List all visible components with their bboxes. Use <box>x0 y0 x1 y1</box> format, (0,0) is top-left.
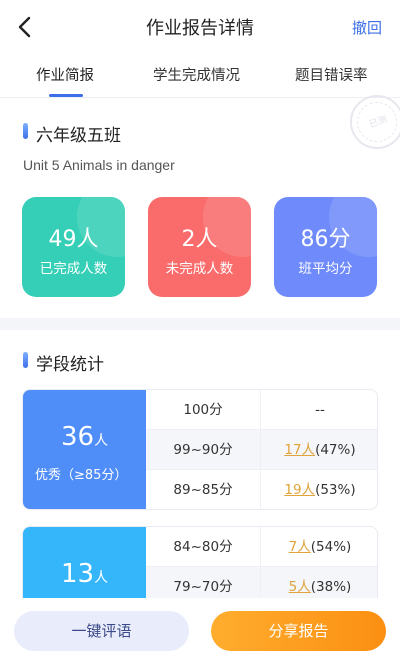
table-row: 89~85分 19人(53%) <box>146 470 377 509</box>
student-count-link[interactable]: 17人 <box>284 442 315 458</box>
stamp-text: 已测 <box>368 114 389 131</box>
unit-title: Unit 5 Animals in danger <box>23 157 175 173</box>
stat-incomplete-label: 未完成人数 <box>165 261 234 277</box>
share-report-button[interactable]: 分享报告 <box>211 611 386 651</box>
student-count-link[interactable]: 7人 <box>289 539 311 555</box>
table-row: 84~80分 7人(54%) <box>146 527 377 567</box>
section-marker-icon <box>23 352 28 368</box>
stat-completed: 49人 已完成人数 <box>22 197 125 297</box>
tab-summary[interactable]: 作业简报 <box>36 64 94 85</box>
stat-average-label: 班平均分 <box>298 261 353 277</box>
top-bar: 作业报告详情 撤回 <box>0 0 400 54</box>
page-title: 作业报告详情 <box>146 18 254 39</box>
segment-count: 13人 <box>61 559 109 589</box>
student-count-link[interactable]: 5人 <box>289 579 311 595</box>
class-name: 六年级五班 <box>36 126 121 146</box>
tab-error-rate[interactable]: 题目错误率 <box>295 64 368 85</box>
table-row: 100分 -- <box>146 390 377 430</box>
stat-average: 86分 班平均分 <box>274 197 377 297</box>
stat-completed-value: 49人 <box>48 227 99 252</box>
tab-bar: 作业简报 学生完成情况 题目错误率 <box>0 54 400 98</box>
student-count-link[interactable]: 19人 <box>284 482 315 498</box>
segment-summary: 36人 优秀（≥85分） <box>23 390 146 509</box>
revoke-button[interactable]: 撤回 <box>352 17 382 38</box>
segment-label: 优秀（≥85分） <box>35 468 128 483</box>
one-click-comment-button[interactable]: 一键评语 <box>14 611 189 651</box>
stat-incomplete-value: 2人 <box>181 227 218 252</box>
section-marker-icon <box>23 123 28 139</box>
stamp-watermark: 已测 <box>350 95 400 149</box>
tab-student-completion[interactable]: 学生完成情况 <box>153 64 240 85</box>
segment-count: 36人 <box>61 422 109 452</box>
stat-average-value: 86分 <box>300 227 351 252</box>
section-title: 学段统计 <box>36 355 104 375</box>
stat-incomplete: 2人 未完成人数 <box>148 197 251 297</box>
segment-group-excellent: 36人 优秀（≥85分） 100分 -- 99~90分 17人(47%) 89~… <box>22 389 378 510</box>
stat-completed-label: 已完成人数 <box>39 261 108 277</box>
active-tab-indicator <box>49 94 83 97</box>
table-row: 99~90分 17人(47%) <box>146 430 377 470</box>
